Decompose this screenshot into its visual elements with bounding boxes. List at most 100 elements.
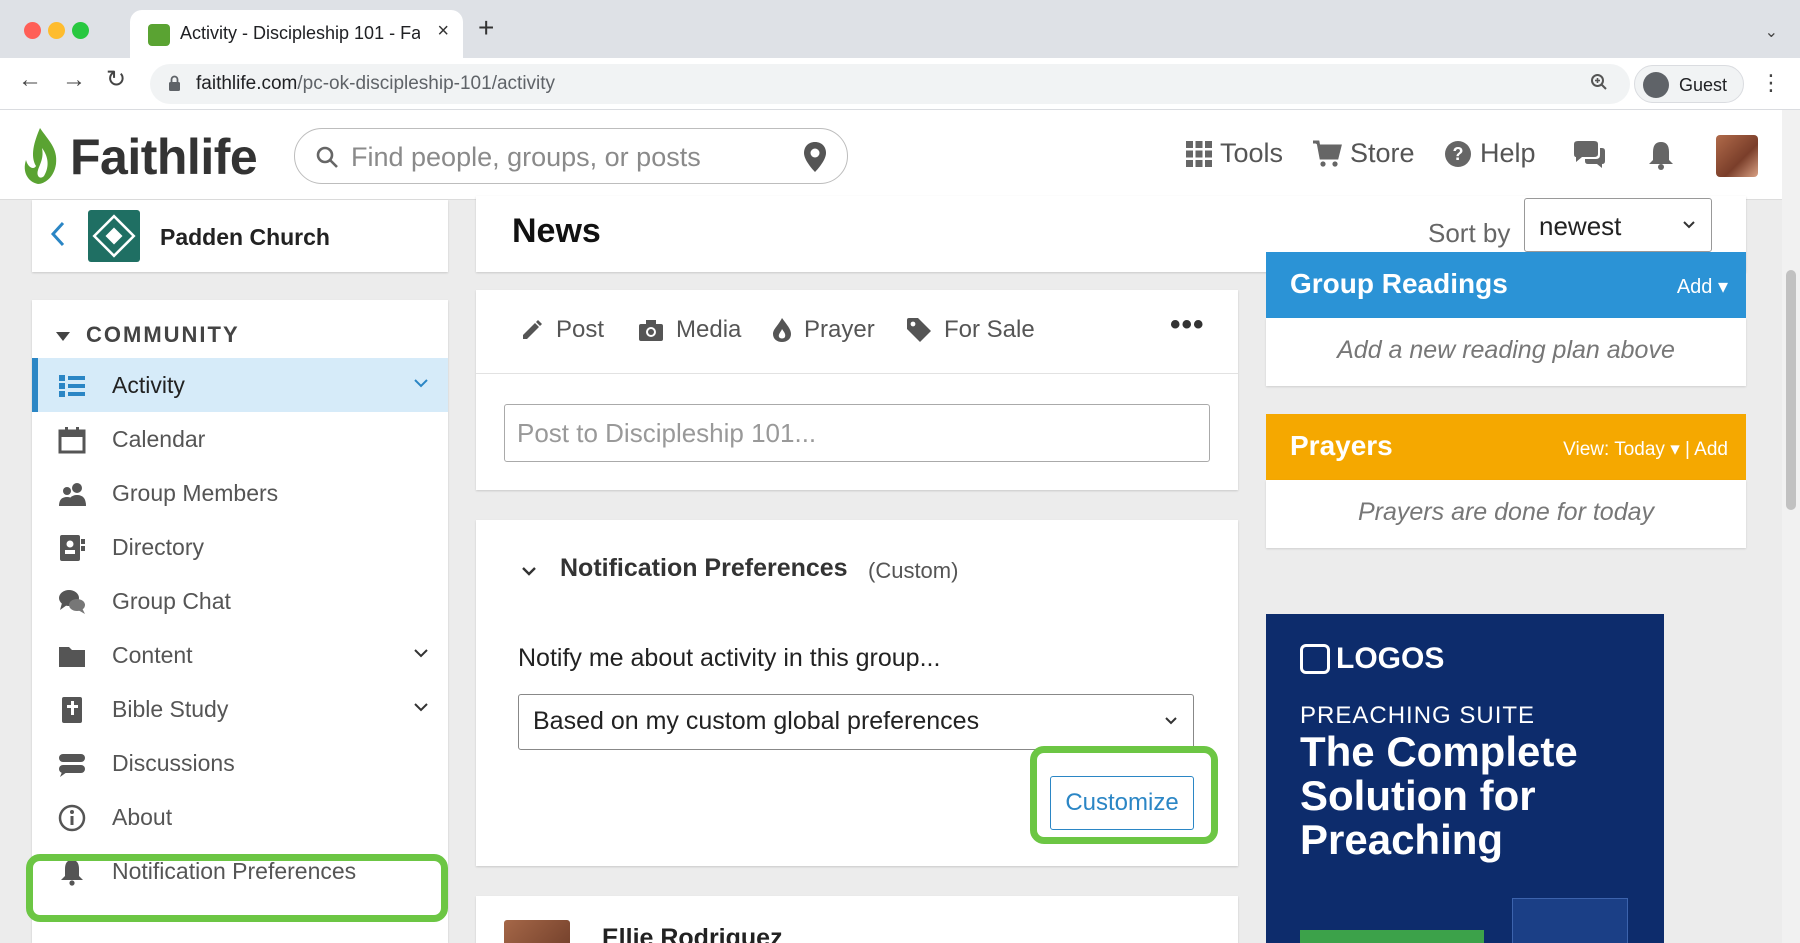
tab-media[interactable]: Media — [638, 316, 741, 344]
tools-link[interactable]: Tools — [1186, 138, 1283, 169]
notification-level-select[interactable]: Based on my custom global preferences — [518, 694, 1194, 750]
location-pin-icon[interactable] — [803, 141, 827, 173]
page-scrollbar[interactable] — [1782, 110, 1800, 943]
sidebar-item-label: Group Chat — [112, 588, 231, 614]
back-chevron-icon[interactable] — [50, 220, 66, 248]
grid-icon — [1186, 140, 1212, 167]
group-logo[interactable] — [88, 210, 140, 262]
caret-down-icon — [56, 331, 70, 341]
profile-button[interactable]: Guest — [1634, 65, 1744, 103]
post-input[interactable] — [504, 404, 1210, 462]
group-readings-title: Group Readings — [1290, 268, 1508, 299]
sidebar-item-group-chat[interactable]: Group Chat — [32, 574, 448, 628]
prayers-header: Prayers View: Today ▾ | Add — [1266, 414, 1746, 480]
folder-icon — [59, 647, 85, 667]
calendar-icon — [58, 427, 86, 454]
activity-list-icon — [59, 375, 85, 397]
tab-label: Media — [676, 316, 742, 343]
group-readings-body: Add a new reading plan above — [1266, 318, 1746, 386]
site-header: Faithlife Tools Store ? Help — [0, 110, 1790, 200]
search-icon — [316, 146, 338, 168]
collapse-chevron-icon[interactable] — [522, 564, 536, 578]
sort-select[interactable]: newest — [1524, 198, 1712, 252]
cart-icon — [1313, 140, 1342, 167]
sidebar-item-group-members[interactable]: Group Members — [32, 466, 448, 520]
sidebar-item-bible-study[interactable]: Bible Study — [32, 682, 448, 736]
sidebar-item-label: Content — [112, 642, 193, 668]
notification-preferences-title[interactable]: Notification Preferences — [560, 554, 848, 583]
pencil-icon — [523, 320, 542, 339]
avatar[interactable] — [504, 920, 570, 943]
highlight-notification-preferences — [26, 854, 448, 922]
logos-ad-banner[interactable]: LOGOS PREACHING SUITE The Complete Solut… — [1266, 614, 1664, 943]
help-link[interactable]: ? Help — [1444, 138, 1536, 169]
chevron-down-icon[interactable] — [414, 646, 428, 660]
sidebar-item-discussions[interactable]: Discussions — [32, 736, 448, 790]
post-composer: Post Media Prayer For Sale ••• — [476, 290, 1238, 490]
chat-bubbles-icon — [59, 590, 85, 614]
prayers-view-controls[interactable]: View: Today ▾ | Add — [1563, 438, 1728, 461]
store-label: Store — [1350, 138, 1415, 168]
directory-icon — [60, 535, 85, 561]
faithlife-page: Faithlife Tools Store ? Help — [0, 110, 1800, 943]
sidebar-item-directory[interactable]: Directory — [32, 520, 448, 574]
maximize-window-button[interactable] — [72, 22, 89, 39]
url-field[interactable]: faithlife.com/pc-ok-discipleship-101/act… — [150, 64, 1630, 104]
tab-for-sale[interactable]: For Sale — [906, 316, 1035, 344]
zoom-icon[interactable] — [1590, 73, 1608, 96]
sidebar-item-activity[interactable]: Activity — [32, 358, 448, 412]
new-tab-button[interactable]: + — [478, 14, 494, 42]
more-options-icon[interactable]: ••• — [1170, 308, 1205, 342]
back-icon[interactable]: ← — [18, 68, 42, 92]
guest-avatar-icon — [1643, 72, 1669, 98]
store-link[interactable]: Store — [1312, 138, 1415, 169]
faithlife-flame-icon[interactable] — [18, 126, 62, 186]
notifications-bell-icon[interactable] — [1648, 140, 1674, 170]
post-author[interactable]: Ellie Rodriguez — [602, 924, 783, 943]
faithlife-logo[interactable]: Faithlife — [70, 128, 258, 186]
tab-close-icon[interactable]: × — [437, 20, 449, 43]
notification-level-value: Based on my custom global preferences — [533, 707, 980, 735]
tab-post[interactable]: Post — [520, 316, 604, 344]
help-icon: ? — [1445, 140, 1471, 167]
minimize-window-button[interactable] — [48, 22, 65, 39]
svg-text:?: ? — [1453, 144, 1464, 164]
logos-logo: LOGOS — [1300, 642, 1444, 676]
tab-prayer[interactable]: Prayer — [772, 316, 875, 344]
camera-icon — [639, 320, 663, 341]
help-label: Help — [1480, 138, 1536, 168]
forward-icon[interactable]: → — [62, 68, 86, 92]
add-reading-button[interactable]: Add ▾ — [1677, 274, 1728, 299]
notify-prompt: Notify me about activity in this group..… — [518, 644, 941, 672]
composer-tabs: Post Media Prayer For Sale ••• — [476, 290, 1238, 374]
search-input[interactable] — [351, 141, 771, 173]
info-icon — [58, 804, 86, 832]
ad-product-image — [1512, 898, 1628, 943]
ad-cta-button[interactable] — [1300, 930, 1484, 943]
browser-menu-icon[interactable]: ⋮ — [1760, 70, 1782, 96]
sidebar-menu: COMMUNITY Activity Calendar Group Member… — [32, 300, 448, 943]
sidebar-item-content[interactable]: Content — [32, 628, 448, 682]
chevron-down-icon — [1165, 717, 1177, 725]
community-section-toggle[interactable]: COMMUNITY — [56, 322, 240, 348]
readings-empty-state: Add a new reading plan above — [1337, 336, 1675, 364]
url-path: /pc-ok-discipleship-101/activity — [297, 73, 556, 94]
tab-search-icon[interactable]: ⌄ — [1765, 22, 1778, 42]
site-search[interactable] — [294, 128, 848, 184]
user-avatar[interactable] — [1716, 135, 1758, 177]
messages-icon[interactable] — [1572, 140, 1606, 170]
flame-icon — [773, 318, 791, 342]
group-readings-header: Group Readings Add ▾ — [1266, 252, 1746, 318]
ad-headline: The Complete Solution for Preaching — [1300, 728, 1578, 864]
bible-icon — [62, 697, 82, 723]
group-name[interactable]: Padden Church — [160, 224, 330, 251]
close-window-button[interactable] — [24, 22, 41, 39]
chevron-down-icon[interactable] — [414, 376, 428, 390]
sidebar-item-about[interactable]: About — [32, 790, 448, 844]
chevron-down-icon[interactable] — [414, 700, 428, 714]
sidebar-item-calendar[interactable]: Calendar — [32, 412, 448, 466]
profile-label: Guest — [1679, 75, 1728, 95]
reload-icon[interactable]: ↻ — [106, 68, 126, 92]
scrollbar-thumb[interactable] — [1786, 270, 1796, 510]
browser-tab[interactable]: Activity - Discipleship 101 - Faithlife … — [130, 10, 463, 58]
